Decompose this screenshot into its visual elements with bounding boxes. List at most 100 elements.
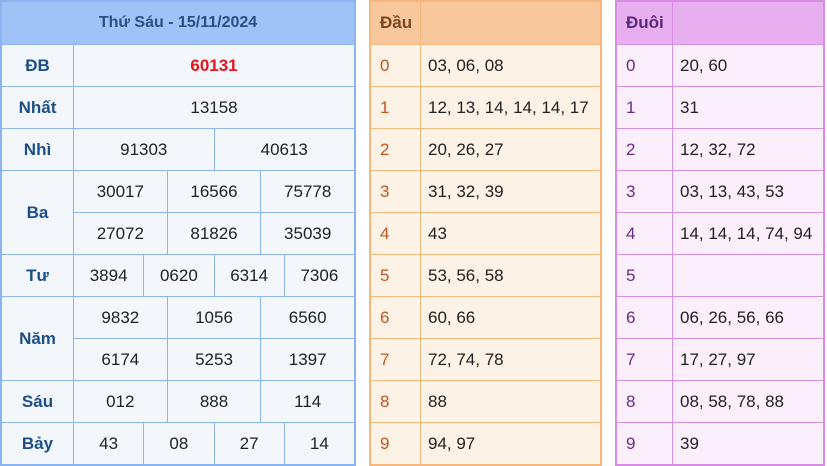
dau-values: 53, 56, 58 [428, 265, 504, 285]
prize-row-nhi: Nhì 91303 40613 [2, 129, 354, 171]
duoi-row: 9 39 [617, 423, 823, 465]
prize-value: 75778 [284, 181, 332, 201]
duoi-key: 4 [617, 213, 673, 254]
duoi-key: 8 [617, 381, 673, 422]
dau-row: 9 94, 97 [371, 423, 600, 465]
special-prize-value: 60131 [190, 55, 238, 75]
duoi-values: 31 [680, 97, 699, 117]
duoi-row: 0 20, 60 [617, 45, 823, 87]
prize-label: Tư [2, 255, 74, 296]
duoi-key: 7 [617, 339, 673, 380]
results-table: Thứ Sáu - 15/11/2024 ĐB 60131 Nhất 13158… [0, 0, 356, 466]
prize-value: 6174 [74, 339, 168, 380]
prize-value: 888 [168, 381, 262, 422]
dau-key: 1 [371, 87, 421, 128]
dau-row: 0 03, 06, 08 [371, 45, 600, 87]
prize-row-nam: Năm 9832 1056 6560 6174 5253 1397 [2, 297, 354, 381]
prize-value: 91303 [74, 129, 215, 170]
prize-value: 40613 [260, 139, 308, 159]
prize-value: 08 [144, 423, 215, 465]
prize-row-db: ĐB 60131 [2, 45, 354, 87]
prize-label: Bảy [2, 423, 74, 465]
dau-key: 9 [371, 423, 421, 465]
duoi-values [673, 255, 823, 296]
duoi-values: 17, 27, 97 [680, 349, 756, 369]
dau-row: 1 12, 13, 14, 14, 14, 17 [371, 87, 600, 129]
duoi-key: 0 [617, 45, 673, 86]
prize-value: 3894 [74, 255, 145, 296]
prize-label: ĐB [2, 45, 74, 86]
dau-values: 43 [428, 223, 447, 243]
prize-value: 0620 [144, 255, 215, 296]
dau-values: 72, 74, 78 [428, 349, 504, 369]
duoi-values: 14, 14, 14, 74, 94 [680, 223, 813, 243]
prize-row-sau: Sáu 012 888 114 [2, 381, 354, 423]
dau-values: 60, 66 [428, 307, 476, 327]
dau-row: 3 31, 32, 39 [371, 171, 600, 213]
prize-label: Sáu [2, 381, 74, 422]
dau-row: 6 60, 66 [371, 297, 600, 339]
duoi-row: 5 [617, 255, 823, 297]
duoi-values: 03, 13, 43, 53 [680, 181, 784, 201]
prize-label: Năm [2, 297, 74, 380]
prize-value: 13158 [190, 97, 238, 117]
dau-values: 12, 13, 14, 14, 14, 17 [428, 97, 589, 117]
dau-header: Đầu [371, 2, 600, 45]
prize-label: Nhì [2, 129, 74, 170]
prize-value: 30017 [74, 171, 168, 212]
prize-value: 5253 [168, 339, 262, 380]
duoi-key: 3 [617, 171, 673, 212]
dau-values: 20, 26, 27 [428, 139, 504, 159]
dau-row: 7 72, 74, 78 [371, 339, 600, 381]
prize-value: 1056 [168, 297, 262, 338]
dau-key: 2 [371, 129, 421, 170]
dau-values: 03, 06, 08 [428, 55, 504, 75]
duoi-key: 2 [617, 129, 673, 170]
prize-row-nhat: Nhất 13158 [2, 87, 354, 129]
duoi-key: 6 [617, 297, 673, 338]
duoi-values: 20, 60 [680, 55, 728, 75]
duoi-key: 5 [617, 255, 673, 296]
prize-value: 6560 [288, 307, 327, 327]
prize-row-ba: Ba 30017 16566 75778 27072 81826 35039 [2, 171, 354, 255]
results-date-title: Thứ Sáu - 15/11/2024 [2, 2, 354, 45]
dau-key: 3 [371, 171, 421, 212]
duoi-key: 1 [617, 87, 673, 128]
prize-value: 35039 [284, 223, 332, 243]
dau-table: Đầu 0 03, 06, 08 1 12, 13, 14, 14, 14, 17 … [369, 0, 602, 466]
dau-key: 6 [371, 297, 421, 338]
prize-value: 1397 [288, 349, 327, 369]
prize-value: 81826 [168, 213, 262, 254]
dau-key: 0 [371, 45, 421, 86]
duoi-row: 3 03, 13, 43, 53 [617, 171, 823, 213]
prize-value: 7306 [300, 265, 339, 285]
dau-key: 7 [371, 339, 421, 380]
prize-value: 27 [215, 423, 285, 465]
prize-value: 14 [309, 434, 329, 453]
prize-row-bay: Bảy 43 08 27 14 [2, 423, 354, 465]
prize-value: 16566 [168, 171, 262, 212]
dau-key: 4 [371, 213, 421, 254]
prize-value: 9832 [74, 297, 168, 338]
duoi-row: 4 14, 14, 14, 74, 94 [617, 213, 823, 255]
prize-value: 43 [74, 423, 145, 465]
duoi-row: 6 06, 26, 56, 66 [617, 297, 823, 339]
dau-values: 31, 32, 39 [428, 181, 504, 201]
dau-row: 4 43 [371, 213, 600, 255]
dau-row: 2 20, 26, 27 [371, 129, 600, 171]
prize-value: 012 [74, 381, 168, 422]
duoi-key: 9 [617, 423, 673, 465]
duoi-values: 39 [680, 434, 699, 453]
duoi-row: 2 12, 32, 72 [617, 129, 823, 171]
prize-value: 27072 [74, 213, 168, 254]
duoi-row: 7 17, 27, 97 [617, 339, 823, 381]
dau-row: 8 88 [371, 381, 600, 423]
dau-title: Đầu [371, 2, 421, 44]
prize-label: Ba [2, 171, 74, 254]
dau-row: 5 53, 56, 58 [371, 255, 600, 297]
dau-values: 94, 97 [428, 434, 476, 453]
prize-label: Nhất [2, 87, 74, 128]
duoi-values: 06, 26, 56, 66 [680, 307, 784, 327]
duoi-header: Đuôi [617, 2, 823, 45]
duoi-values: 12, 32, 72 [680, 139, 756, 159]
